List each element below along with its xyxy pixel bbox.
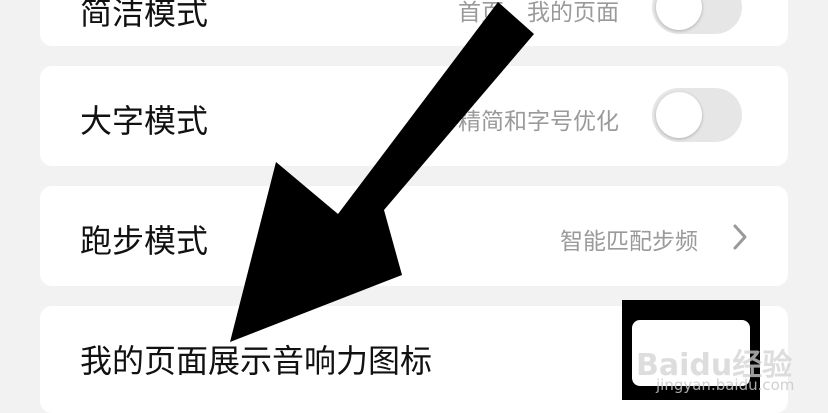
pointer-arrow-icon <box>230 2 534 342</box>
